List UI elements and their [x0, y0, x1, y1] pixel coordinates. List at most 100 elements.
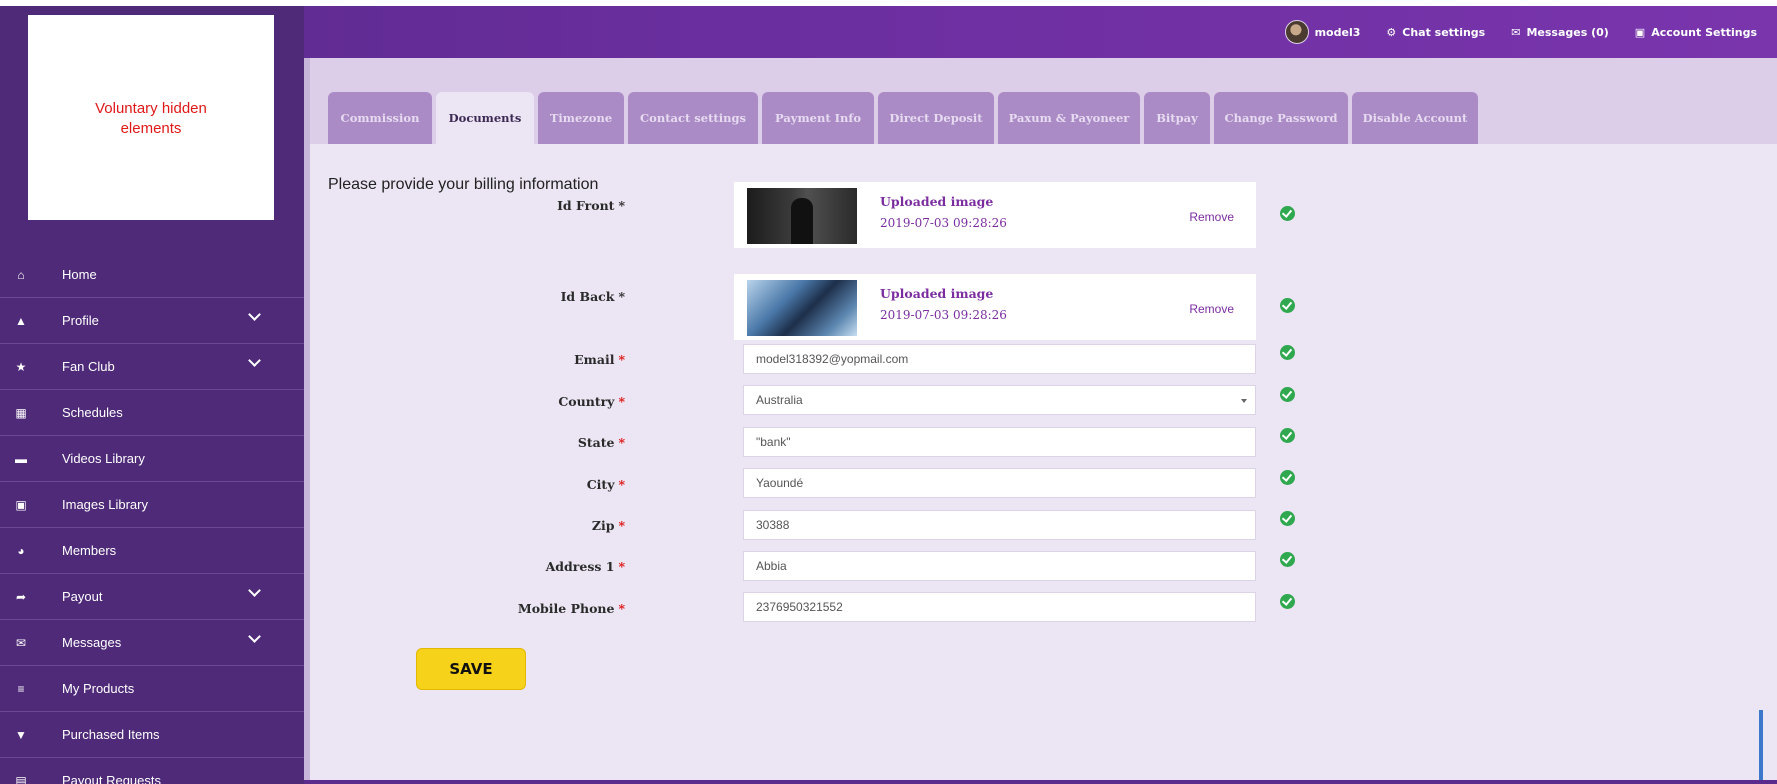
- email-ok-icon: [1280, 345, 1295, 360]
- user-icon: ▲: [15, 313, 27, 328]
- zip-label: Zip *: [591, 518, 625, 533]
- tab-disable-account[interactable]: Disable Account: [1352, 92, 1478, 144]
- sidebar-item-purchased-items[interactable]: ▼ Purchased Items: [0, 712, 304, 758]
- caret-down-icon: [1241, 399, 1247, 403]
- messages-label: Messages (0): [1526, 25, 1609, 39]
- sidebar-item-members[interactable]: ◕ Members: [0, 528, 304, 574]
- sidebar-item-label: Messages: [62, 635, 122, 650]
- envelope-icon: ✉: [15, 635, 27, 650]
- money-icon: ▤: [15, 773, 27, 784]
- id-front-date: 2019-07-03 09:28:26: [880, 216, 1007, 230]
- country-ok-icon: [1280, 387, 1295, 402]
- page-title: Please provide your billing information: [328, 176, 599, 193]
- zip-field[interactable]: 30388: [743, 510, 1256, 540]
- state-field[interactable]: "bank": [743, 427, 1256, 457]
- id-front-upload: Uploaded image 2019-07-03 09:28:26 Remov…: [734, 182, 1256, 248]
- username: model3: [1314, 25, 1361, 39]
- sidebar-item-payout-requests[interactable]: ▤ Payout Requests: [0, 758, 304, 784]
- tab-commission[interactable]: Commission: [328, 92, 432, 144]
- id-front-remove-link[interactable]: Remove: [1189, 210, 1234, 224]
- id-back-date: 2019-07-03 09:28:26: [880, 308, 1007, 322]
- id-back-label: Id Back *: [560, 289, 625, 304]
- save-button[interactable]: SAVE: [416, 648, 526, 690]
- id-card-icon: ▣: [1634, 25, 1646, 39]
- sidebar-item-label: Payout Requests: [62, 773, 162, 784]
- city-ok-icon: [1280, 470, 1295, 485]
- id-front-thumbnail: [747, 188, 857, 244]
- sidebar-item-videos-library[interactable]: ▬ Videos Library: [0, 436, 304, 482]
- envelope-icon: ✉: [1511, 25, 1521, 39]
- list-icon: ≡: [17, 681, 25, 696]
- bottom-bar: [304, 780, 1777, 784]
- sidebar-menu: ⌂ Home ▲ Profile ★ Fan Club ▦ Schedules ▬ Videos …: [0, 252, 304, 784]
- sidebar-item-label: My Products: [62, 681, 135, 696]
- scroll-indicator[interactable]: [1759, 710, 1763, 780]
- city-field[interactable]: Yaoundé: [743, 468, 1256, 498]
- address1-label: Address 1 *: [545, 559, 625, 574]
- email-label: Email *: [574, 352, 625, 367]
- share-icon: ➦: [15, 589, 27, 604]
- sidebar-item-label: Payout: [62, 589, 103, 604]
- id-back-thumbnail: [747, 280, 857, 336]
- tab-documents[interactable]: Documents: [436, 92, 534, 144]
- sidebar-item-label: Images Library: [62, 497, 148, 512]
- sidebar-item-profile[interactable]: ▲ Profile: [0, 298, 304, 344]
- sidebar-item-home[interactable]: ⌂ Home: [0, 252, 304, 298]
- id-front-status: Uploaded image: [880, 194, 994, 209]
- tabs-band: Commission Documents Timezone Contact setti…: [310, 58, 1777, 144]
- chat-settings-link[interactable]: ⚙ Chat settings: [1386, 26, 1485, 39]
- messages-link[interactable]: ✉ Messages (0): [1511, 26, 1609, 39]
- avatar: [1284, 20, 1309, 44]
- chevron-down-icon: [248, 584, 261, 597]
- email-field[interactable]: model318392@yopmail.com: [743, 344, 1256, 374]
- mobile-phone-ok-icon: [1280, 594, 1295, 609]
- sidebar-item-label: Members: [62, 543, 117, 558]
- id-back-remove-link[interactable]: Remove: [1189, 302, 1234, 316]
- star-icon: ★: [15, 359, 27, 374]
- sidebar-item-my-products[interactable]: ≡ My Products: [0, 666, 304, 712]
- chevron-down-icon: [248, 308, 261, 321]
- id-back-ok-icon: [1280, 298, 1295, 313]
- top-bar-menu: model3 ⚙ Chat settings ✉ Messages (0) ▣ …: [1284, 6, 1777, 58]
- sidebar-item-fan-club[interactable]: ★ Fan Club: [0, 344, 304, 390]
- mobile-phone-field[interactable]: 2376950321552: [743, 592, 1256, 622]
- zip-ok-icon: [1280, 511, 1295, 526]
- address1-ok-icon: [1280, 552, 1295, 567]
- chevron-down-icon: [248, 354, 261, 367]
- sidebar-item-label: Fan Club: [62, 359, 115, 374]
- tab-change-password[interactable]: Change Password: [1214, 92, 1348, 144]
- sidebar-item-schedules[interactable]: ▦ Schedules: [0, 390, 304, 436]
- account-settings-label: Account Settings: [1651, 25, 1757, 39]
- id-back-status: Uploaded image: [880, 286, 994, 301]
- sidebar-item-payout[interactable]: ➦ Payout: [0, 574, 304, 620]
- gears-icon: ⚙: [1386, 25, 1397, 39]
- camera-icon: ▣: [15, 497, 27, 512]
- mobile-phone-label: Mobile Phone *: [517, 601, 625, 616]
- calendar-icon: ▦: [15, 405, 27, 420]
- user-menu[interactable]: model3: [1284, 20, 1361, 44]
- members-icon: ◕: [17, 543, 25, 558]
- tab-payment-info[interactable]: Payment Info: [762, 92, 874, 144]
- id-front-label: Id Front *: [557, 198, 625, 213]
- placeholder-text: Voluntary hidden elements: [95, 100, 207, 137]
- chevron-down-icon: [248, 630, 261, 643]
- settings-tabs: Commission Documents Timezone Contact setti…: [328, 92, 1478, 144]
- tab-paxum-payoneer[interactable]: Paxum & Payoneer: [998, 92, 1140, 144]
- id-back-upload: Uploaded image 2019-07-03 09:28:26 Remov…: [734, 274, 1256, 340]
- id-front-ok-icon: [1280, 206, 1295, 221]
- country-select[interactable]: Australia: [743, 385, 1256, 415]
- country-value: Australia: [756, 393, 803, 407]
- sidebar-item-label: Home: [62, 267, 97, 282]
- account-settings-link[interactable]: ▣ Account Settings: [1635, 26, 1757, 39]
- address1-field[interactable]: Abbia: [743, 551, 1256, 581]
- tab-timezone[interactable]: Timezone: [538, 92, 624, 144]
- sidebar-item-label: Videos Library: [62, 451, 145, 466]
- sidebar-item-messages[interactable]: ✉ Messages: [0, 620, 304, 666]
- sidebar-item-label: Profile: [62, 313, 99, 328]
- state-label: State *: [577, 435, 625, 450]
- tab-contact-settings[interactable]: Contact settings: [628, 92, 758, 144]
- sidebar-item-images-library[interactable]: ▣ Images Library: [0, 482, 304, 528]
- tab-bitpay[interactable]: Bitpay: [1144, 92, 1210, 144]
- chat-settings-label: Chat settings: [1402, 25, 1486, 39]
- tab-direct-deposit[interactable]: Direct Deposit: [878, 92, 994, 144]
